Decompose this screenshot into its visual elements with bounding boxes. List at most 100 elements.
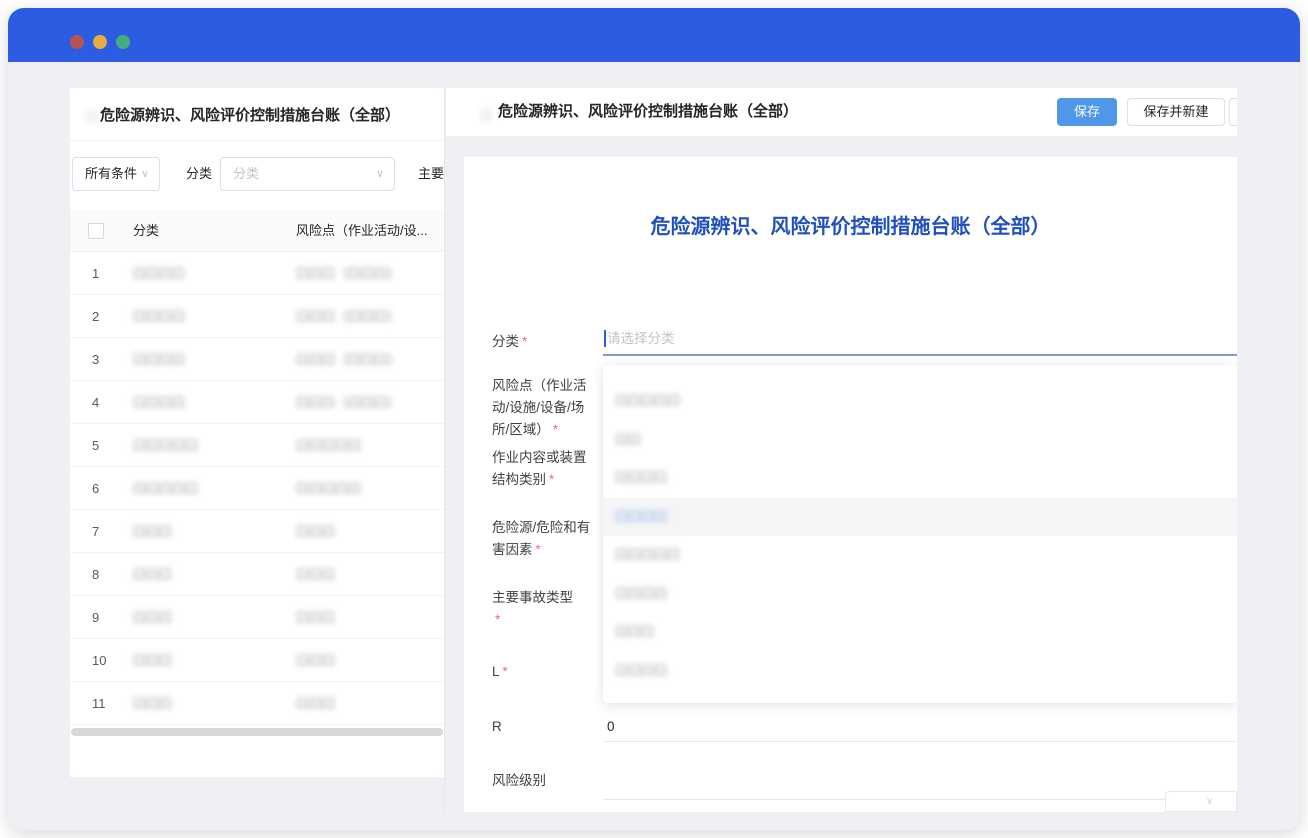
detail-header: 口 危险源辨识、风险评价控制措施台账（全部） 保存 保存并新建 xyxy=(446,88,1237,136)
table-row[interactable]: 9口口口口口口 xyxy=(70,596,444,639)
table-row[interactable]: 1 口口口口 口口口（口口口） xyxy=(70,252,444,295)
list-panel-icon: 口 xyxy=(86,108,98,125)
required-asterisk: * xyxy=(522,334,527,349)
field-label-r: R xyxy=(492,716,602,738)
dropdown-option[interactable]: 口口口口 xyxy=(603,652,1237,691)
cell-category: 口口口 xyxy=(133,682,172,725)
detail-header-title: 危险源辨识、风险评价控制措施台账（全部） xyxy=(498,88,798,136)
text-caret xyxy=(604,330,606,347)
cell-category: 口口口 xyxy=(133,553,172,596)
detail-header-icon: 口 xyxy=(480,106,492,123)
dropdown-option[interactable]: 口口口口 xyxy=(603,459,1237,498)
cell-risk-point: 口口口口口 xyxy=(296,467,361,510)
list-panel: 口 危险源辨识、风险评价控制措施台账（全部） 所有条件 ∨ 分类 分类 ∨ 主要… xyxy=(70,88,444,777)
cell-risk-point: 口口口（口口口） xyxy=(296,338,400,381)
field-label-risk-level: 风险级别 xyxy=(492,770,602,792)
category-input-underline xyxy=(603,354,1237,356)
risk-level-underline xyxy=(603,799,1237,800)
cell-risk-point: 口口口（口口口） xyxy=(296,252,400,295)
dropdown-option-label: 口口口口 xyxy=(615,663,667,678)
dropdown-option[interactable]: 口口口口 xyxy=(603,498,1237,537)
table-row[interactable]: 6 口口口口口 口口口口口 xyxy=(70,467,444,510)
category-input[interactable]: 请选择分类 xyxy=(603,327,1237,355)
category-dropdown: 口口口口口口口口口口口口口口口口口口口口口口口口口口口口口口口 xyxy=(603,365,1237,703)
table-body: 1口口口口口口口（口口口）2口口口口口口口（口口口）3口口口口口口口（口口口）4… xyxy=(70,252,444,725)
table-row[interactable]: 11 口口口 口口口 xyxy=(70,682,444,725)
all-conditions-dropdown[interactable]: 所有条件 ∨ xyxy=(72,157,160,191)
dropdown-option-label: 口口 xyxy=(615,432,641,447)
filter-category-select[interactable]: 分类 ∨ xyxy=(220,157,395,191)
cell-category: 口口口口 xyxy=(133,381,185,424)
category-input-placeholder: 请选择分类 xyxy=(607,327,675,351)
collapse-control[interactable]: ∨ xyxy=(1165,791,1237,812)
row-index: 10 xyxy=(92,639,106,682)
r-field-underline xyxy=(603,741,1237,742)
filter-bar: 所有条件 ∨ 分类 分类 ∨ 主要事 xyxy=(70,157,444,191)
save-button[interactable]: 保存 xyxy=(1057,98,1117,126)
list-panel-title: 危险源辨识、风险评价控制措施台账（全部） xyxy=(100,104,400,125)
cell-risk-point: 口口口 xyxy=(296,682,335,725)
cell-risk-point: 口口口口口 xyxy=(296,424,361,467)
form-panel: 危险源辨识、风险评价控制措施台账（全部） 分类* 风险点（作业活 动/设施/设备… xyxy=(464,157,1237,812)
cell-category: 口口口 xyxy=(133,510,172,553)
table-row[interactable]: 4口口口口口口口（口口口） xyxy=(70,381,444,424)
cell-category: 口口口 xyxy=(133,639,172,682)
dropdown-option-label: 口口口口口 xyxy=(615,547,680,562)
all-conditions-label: 所有条件 xyxy=(85,166,137,181)
dropdown-option[interactable]: 口口口 xyxy=(603,613,1237,652)
table-row[interactable]: 7 口口口 口口口 xyxy=(70,510,444,553)
required-asterisk: * xyxy=(549,472,554,487)
table-header: 分类 风险点（作业活动/设... xyxy=(70,210,444,252)
column-header-category: 分类 xyxy=(133,210,159,252)
required-asterisk: * xyxy=(553,422,558,437)
horizontal-scrollbar[interactable] xyxy=(71,728,443,736)
column-header-risk-point: 风险点（作业活动/设... xyxy=(296,210,427,252)
clipped-button[interactable] xyxy=(1229,98,1237,126)
save-and-new-button[interactable]: 保存并新建 xyxy=(1127,98,1225,126)
filter-category-label: 分类 xyxy=(186,157,212,191)
table-row[interactable]: 2口口口口口口口（口口口） xyxy=(70,295,444,338)
row-index: 7 xyxy=(92,510,99,553)
field-label-hazard-source: 危险源/危险和有 害因素* xyxy=(492,517,602,561)
field-label-l: L* xyxy=(492,661,602,683)
minimize-window-icon[interactable] xyxy=(93,35,107,49)
table-row[interactable]: 3 口口口口 口口口（口口口） xyxy=(70,338,444,381)
cell-risk-point: 口口口（口口口） xyxy=(296,295,400,338)
cell-category: 口口口口 xyxy=(133,252,185,295)
dropdown-option[interactable]: 口口口口口 xyxy=(603,536,1237,575)
dropdown-option-label: 口口口口 xyxy=(615,470,667,485)
row-index: 5 xyxy=(92,424,99,467)
row-index: 6 xyxy=(92,467,99,510)
cell-category: 口口口口 xyxy=(133,338,185,381)
window-titlebar xyxy=(8,8,1300,62)
divider xyxy=(70,140,444,141)
dropdown-option[interactable]: 口口 xyxy=(603,421,1237,460)
row-index: 11 xyxy=(92,682,106,725)
field-label-work-content: 作业内容或装置 结构类别* xyxy=(492,447,602,491)
row-index: 3 xyxy=(92,338,99,381)
table-row[interactable]: 5 口口口口口 口口口口口 xyxy=(70,424,444,467)
cell-category: 口口口口口 xyxy=(133,424,198,467)
cell-category: 口口口 xyxy=(133,596,172,639)
cell-risk-point: 口口口 xyxy=(296,553,335,596)
row-index: 9 xyxy=(92,596,99,639)
dropdown-option[interactable]: 口口口口 xyxy=(603,575,1237,614)
required-asterisk: * xyxy=(536,542,541,557)
cell-risk-point: 口口口 xyxy=(296,510,335,553)
row-index: 1 xyxy=(92,252,99,295)
required-asterisk: * xyxy=(495,612,500,627)
maximize-window-icon[interactable] xyxy=(116,35,130,49)
dropdown-option[interactable]: 口口口口口 xyxy=(603,382,1237,421)
table-row[interactable]: 10 口口口 口口口 xyxy=(70,639,444,682)
table-row[interactable]: 8口口口口口口 xyxy=(70,553,444,596)
field-label-risk-point: 风险点（作业活 动/设施/设备/场 所/区域）* xyxy=(492,375,602,441)
select-all-checkbox[interactable] xyxy=(88,223,104,239)
dropdown-option-label: 口口口口口 xyxy=(615,393,680,408)
required-asterisk: * xyxy=(503,664,508,679)
row-index: 4 xyxy=(92,381,99,424)
form-title: 危险源辨识、风险评价控制措施台账（全部） xyxy=(464,210,1237,239)
field-label-category: 分类* xyxy=(492,331,602,353)
cell-category: 口口口口口 xyxy=(133,467,198,510)
close-window-icon[interactable] xyxy=(70,35,84,49)
cell-risk-point: 口口口 xyxy=(296,639,335,682)
